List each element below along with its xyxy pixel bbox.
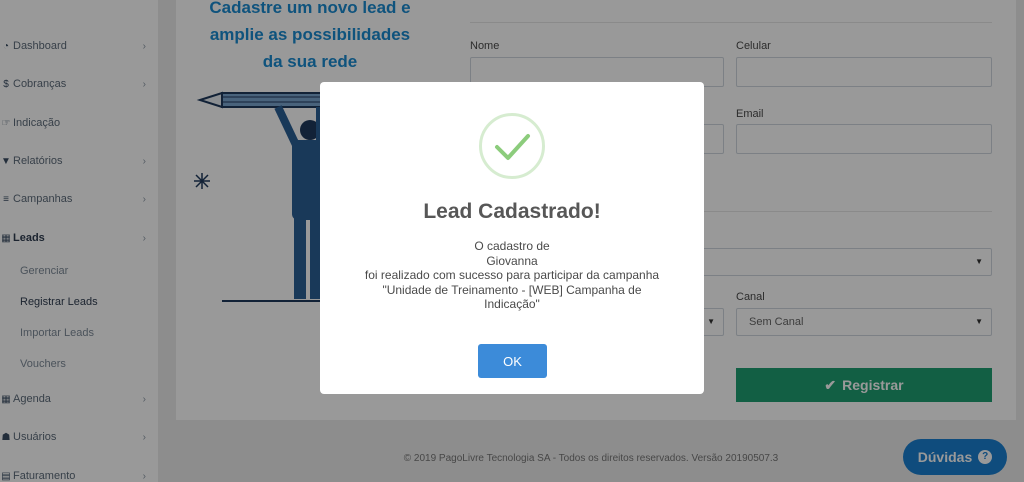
dialog-message-line: "Unidade de Treinamento - [WEB] Campanha… bbox=[382, 282, 642, 297]
dialog-message-line: O cadastro de bbox=[474, 239, 550, 253]
dialog-message: O cadastro de Giovanna foi realizado com… bbox=[340, 239, 684, 312]
dialog-message-line: foi realizado com sucesso para participa… bbox=[364, 268, 660, 282]
success-dialog: Lead Cadastrado! O cadastro de Giovanna … bbox=[320, 82, 704, 394]
success-check-icon bbox=[479, 113, 545, 179]
ok-button[interactable]: OK bbox=[478, 344, 547, 378]
dialog-message-line: Indicação" bbox=[484, 297, 540, 311]
dialog-message-line: Giovanna bbox=[486, 253, 538, 268]
dialog-title: Lead Cadastrado! bbox=[423, 200, 601, 223]
